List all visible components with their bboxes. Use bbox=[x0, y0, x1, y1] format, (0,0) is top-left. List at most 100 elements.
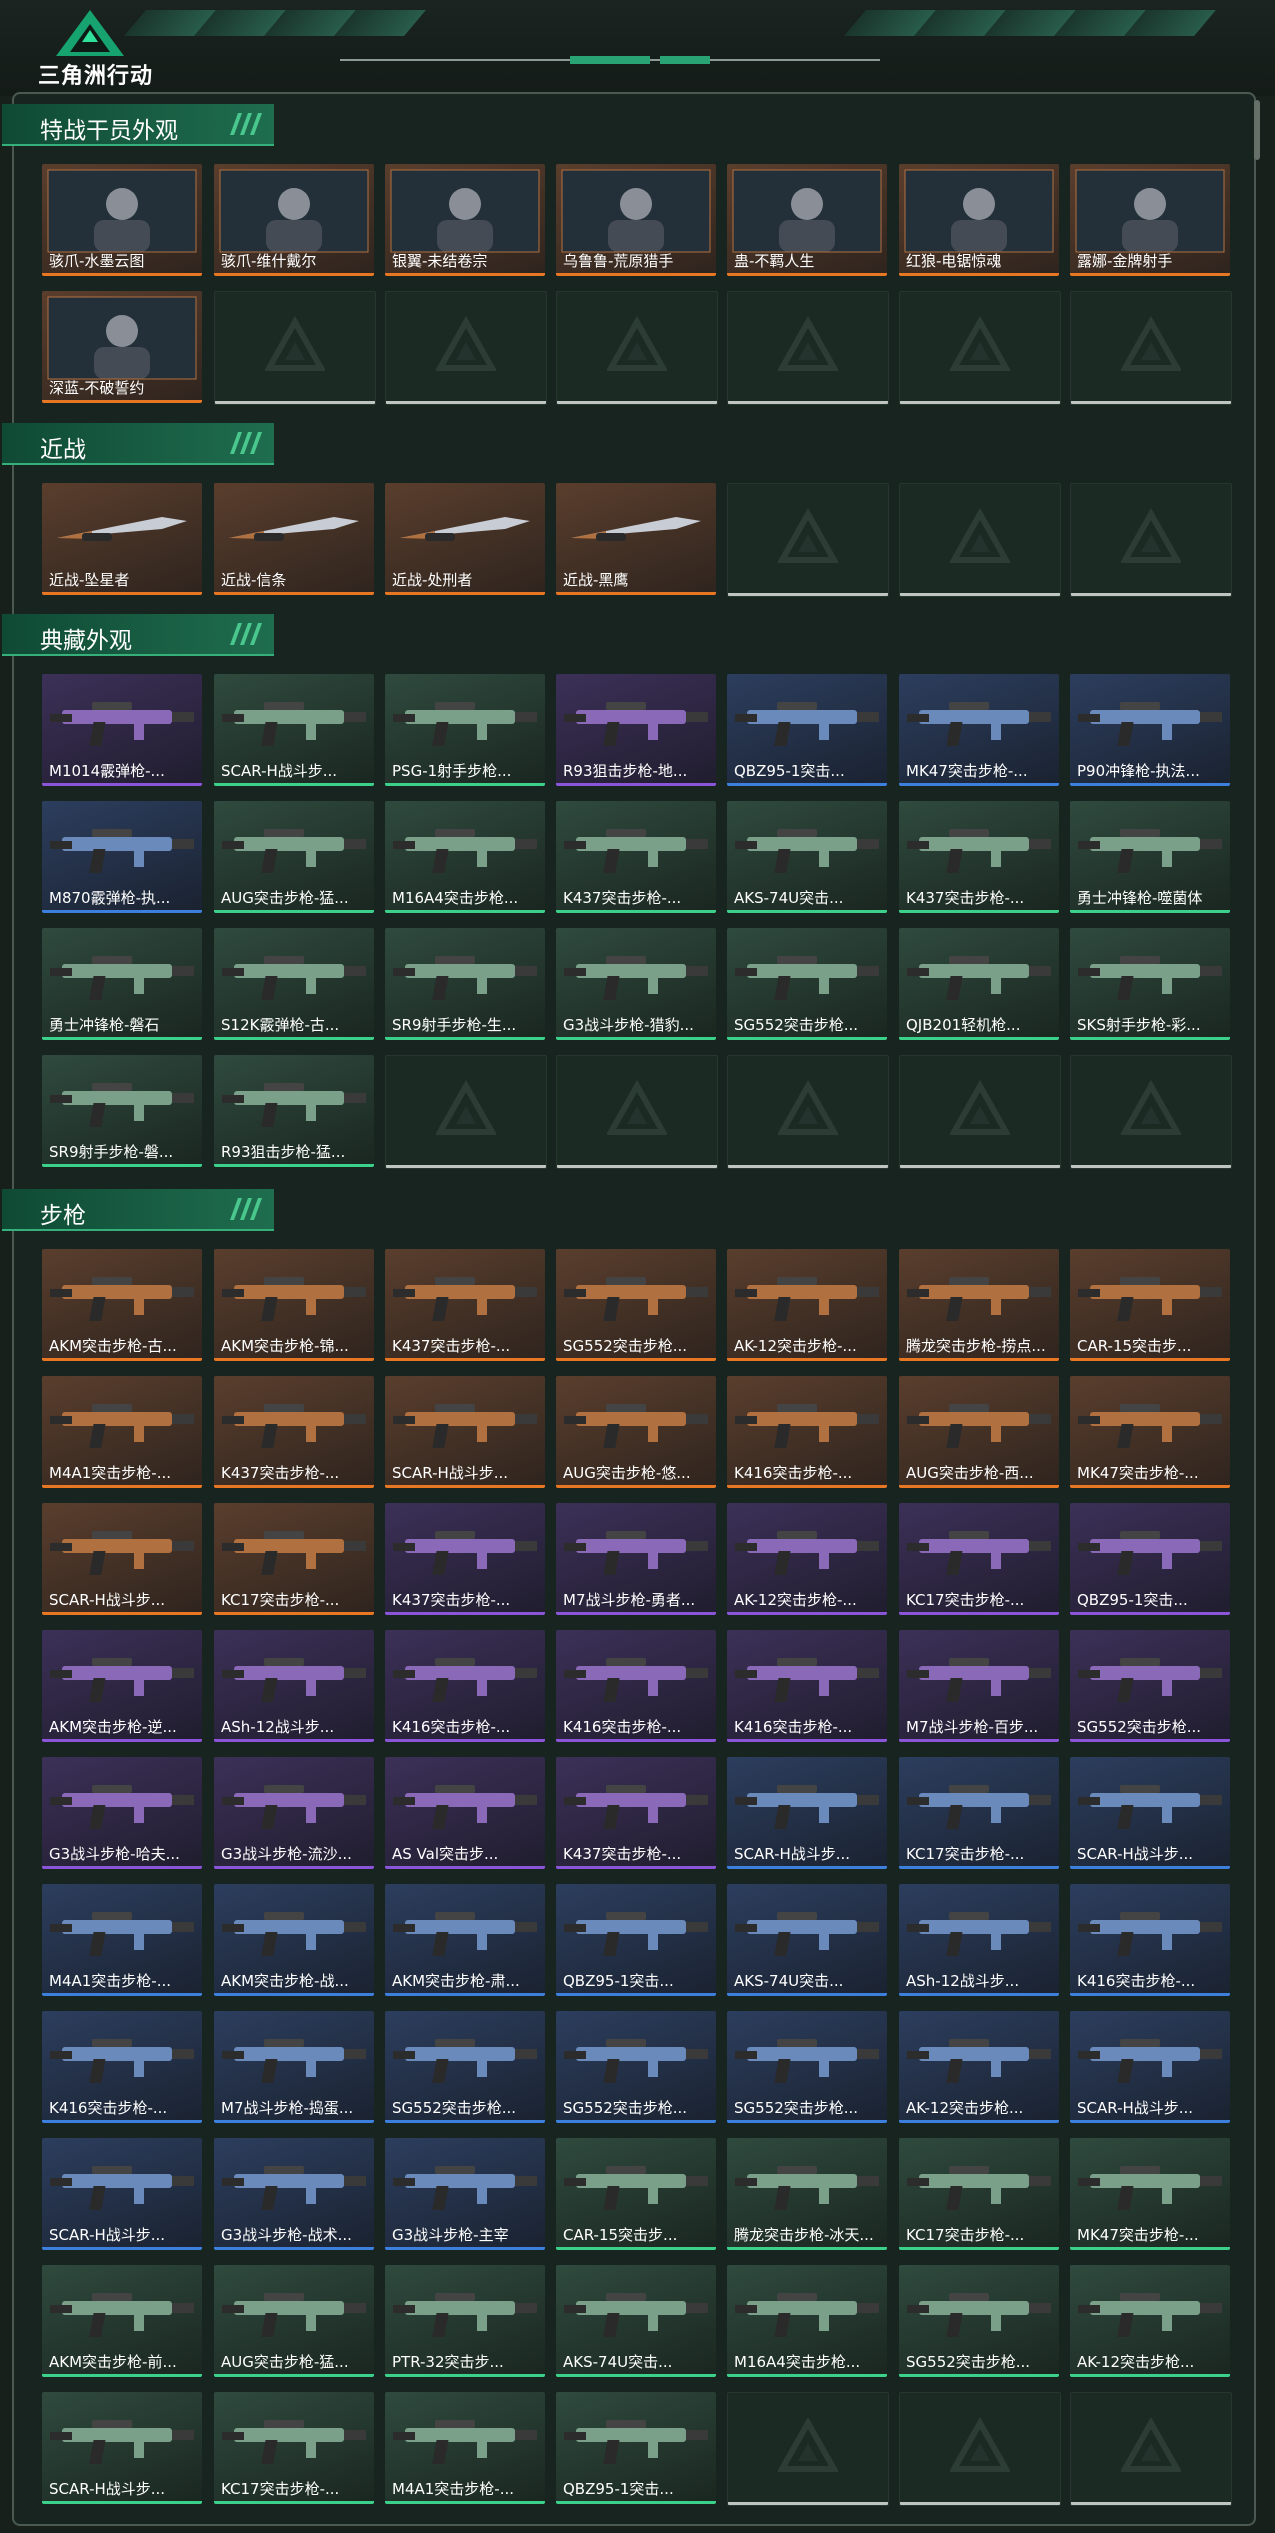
weapon-skin-card[interactable]: QJB201轻机枪... bbox=[899, 928, 1059, 1040]
weapon-skin-card[interactable]: SR9射手步枪-生... bbox=[385, 928, 545, 1040]
weapon-skin-card[interactable]: AUG突击步枪-猛... bbox=[214, 801, 374, 913]
melee-skin-card[interactable]: 近战-信条 bbox=[214, 483, 374, 595]
weapon-skin-card[interactable]: SG552突击步枪... bbox=[556, 1249, 716, 1361]
weapon-skin-card[interactable]: G3战斗步枪-主宰 bbox=[385, 2138, 545, 2250]
weapon-skin-card[interactable]: SG552突击步枪... bbox=[899, 2265, 1059, 2377]
weapon-skin-card[interactable]: K416突击步枪-... bbox=[727, 1630, 887, 1742]
weapon-skin-card[interactable]: K416突击步枪-... bbox=[727, 1376, 887, 1488]
weapon-skin-card[interactable]: MK47突击步枪-... bbox=[1070, 2138, 1230, 2250]
weapon-skin-card[interactable]: SCAR-H战斗步... bbox=[42, 2392, 202, 2504]
weapon-skin-card[interactable]: MK47突击步枪-... bbox=[899, 674, 1059, 786]
weapon-skin-card[interactable]: P90冲锋枪-执法... bbox=[1070, 674, 1230, 786]
weapon-skin-card[interactable]: K416突击步枪-... bbox=[385, 1630, 545, 1742]
weapon-skin-card[interactable]: ASh-12战斗步... bbox=[899, 1884, 1059, 1996]
weapon-skin-card[interactable]: 勇士冲锋枪-磐石 bbox=[42, 928, 202, 1040]
operator-skin-card[interactable]: 骇爪-水墨云图 bbox=[42, 164, 202, 276]
weapon-skin-card[interactable]: SCAR-H战斗步... bbox=[1070, 2011, 1230, 2123]
weapon-skin-card[interactable]: KC17突击步枪-... bbox=[899, 2138, 1059, 2250]
weapon-skin-card[interactable]: SR9射手步枪-磐... bbox=[42, 1055, 202, 1167]
weapon-skin-card[interactable]: 腾龙突击步枪-捞点... bbox=[899, 1249, 1059, 1361]
weapon-skin-card[interactable]: CAR-15突击步... bbox=[1070, 1249, 1230, 1361]
weapon-skin-card[interactable]: M16A4突击步枪... bbox=[727, 2265, 887, 2377]
weapon-skin-card[interactable]: CAR-15突击步... bbox=[556, 2138, 716, 2250]
weapon-skin-card[interactable]: S12K霰弹枪-古... bbox=[214, 928, 374, 1040]
weapon-skin-card[interactable]: SG552突击步枪... bbox=[727, 928, 887, 1040]
operator-skin-card[interactable]: 蛊-不羁人生 bbox=[727, 164, 887, 276]
weapon-skin-card[interactable]: 腾龙突击步枪-冰天... bbox=[727, 2138, 887, 2250]
weapon-skin-card[interactable]: PTR-32突击步... bbox=[385, 2265, 545, 2377]
weapon-skin-card[interactable]: AUG突击步枪-悠... bbox=[556, 1376, 716, 1488]
weapon-skin-card[interactable]: M4A1突击步枪-... bbox=[42, 1884, 202, 1996]
operator-skin-card[interactable]: 乌鲁鲁-荒原猎手 bbox=[556, 164, 716, 276]
weapon-skin-card[interactable]: KC17突击步枪-... bbox=[899, 1757, 1059, 1869]
operator-skin-card[interactable]: 银翼-未结卷宗 bbox=[385, 164, 545, 276]
melee-skin-card[interactable]: 近战-黑鹰 bbox=[556, 483, 716, 595]
weapon-skin-card[interactable]: G3战斗步枪-猎豹... bbox=[556, 928, 716, 1040]
weapon-skin-card[interactable]: M870霰弹枪-执... bbox=[42, 801, 202, 913]
weapon-skin-card[interactable]: K437突击步枪-... bbox=[214, 1376, 374, 1488]
weapon-skin-card[interactable]: AKM突击步枪-古... bbox=[42, 1249, 202, 1361]
weapon-skin-card[interactable]: PSG-1射手步枪... bbox=[385, 674, 545, 786]
weapon-skin-card[interactable]: SCAR-H战斗步... bbox=[385, 1376, 545, 1488]
weapon-skin-card[interactable]: QBZ95-1突击... bbox=[727, 674, 887, 786]
weapon-skin-card[interactable]: ASh-12战斗步... bbox=[214, 1630, 374, 1742]
weapon-skin-card[interactable]: SCAR-H战斗步... bbox=[727, 1757, 887, 1869]
weapon-skin-card[interactable]: QBZ95-1突击... bbox=[1070, 1503, 1230, 1615]
operator-skin-card[interactable]: 骇爪-维什戴尔 bbox=[214, 164, 374, 276]
weapon-skin-card[interactable]: G3战斗步枪-哈夫... bbox=[42, 1757, 202, 1869]
weapon-skin-card[interactable]: AS Val突击步... bbox=[385, 1757, 545, 1869]
weapon-skin-card[interactable]: AK-12突击步枪-... bbox=[727, 1249, 887, 1361]
weapon-skin-card[interactable]: AKM突击步枪-肃... bbox=[385, 1884, 545, 1996]
weapon-skin-card[interactable]: G3战斗步枪-战术... bbox=[214, 2138, 374, 2250]
weapon-skin-card[interactable]: M7战斗步枪-勇者... bbox=[556, 1503, 716, 1615]
weapon-skin-card[interactable]: QBZ95-1突击... bbox=[556, 2392, 716, 2504]
operator-skin-card[interactable]: 深蓝-不破誓约 bbox=[42, 291, 202, 403]
melee-skin-card[interactable]: 近战-坠星者 bbox=[42, 483, 202, 595]
weapon-skin-card[interactable]: K437突击步枪-... bbox=[899, 801, 1059, 913]
weapon-skin-card[interactable]: K416突击步枪-... bbox=[1070, 1884, 1230, 1996]
weapon-skin-card[interactable]: SCAR-H战斗步... bbox=[42, 1503, 202, 1615]
weapon-skin-card[interactable]: R93狙击步枪-地... bbox=[556, 674, 716, 786]
weapon-skin-card[interactable]: M7战斗步枪-百步... bbox=[899, 1630, 1059, 1742]
weapon-skin-card[interactable]: AK-12突击步枪-... bbox=[727, 1503, 887, 1615]
weapon-skin-card[interactable]: AUG突击步枪-西... bbox=[899, 1376, 1059, 1488]
weapon-skin-card[interactable]: M4A1突击步枪-... bbox=[385, 2392, 545, 2504]
weapon-skin-card[interactable]: K416突击步枪-... bbox=[42, 2011, 202, 2123]
operator-skin-card[interactable]: 红狼-电锯惊魂 bbox=[899, 164, 1059, 276]
weapon-skin-card[interactable]: M4A1突击步枪-... bbox=[42, 1376, 202, 1488]
weapon-skin-card[interactable]: SCAR-H战斗步... bbox=[214, 674, 374, 786]
weapon-skin-card[interactable]: 勇士冲锋枪-噬菌体 bbox=[1070, 801, 1230, 913]
weapon-skin-card[interactable]: KC17突击步枪-... bbox=[214, 2392, 374, 2504]
weapon-skin-card[interactable]: SG552突击步枪... bbox=[727, 2011, 887, 2123]
weapon-skin-card[interactable]: AKS-74U突击... bbox=[727, 1884, 887, 1996]
weapon-skin-card[interactable]: K437突击步枪-... bbox=[556, 801, 716, 913]
weapon-skin-card[interactable]: M16A4突击步枪... bbox=[385, 801, 545, 913]
weapon-skin-card[interactable]: G3战斗步枪-流沙... bbox=[214, 1757, 374, 1869]
scrollbar-thumb[interactable] bbox=[1254, 100, 1260, 160]
weapon-skin-card[interactable]: AK-12突击步枪... bbox=[899, 2011, 1059, 2123]
weapon-skin-card[interactable]: QBZ95-1突击... bbox=[556, 1884, 716, 1996]
weapon-skin-card[interactable]: K437突击步枪-... bbox=[385, 1249, 545, 1361]
weapon-skin-card[interactable]: SG552突击步枪... bbox=[1070, 1630, 1230, 1742]
weapon-skin-card[interactable]: AKM突击步枪-战... bbox=[214, 1884, 374, 1996]
operator-skin-card[interactable]: 露娜-金牌射手 bbox=[1070, 164, 1230, 276]
weapon-skin-card[interactable]: AKM突击步枪-锦... bbox=[214, 1249, 374, 1361]
weapon-skin-card[interactable]: M7战斗步枪-捣蛋... bbox=[214, 2011, 374, 2123]
weapon-skin-card[interactable]: AKS-74U突击... bbox=[727, 801, 887, 913]
weapon-skin-card[interactable]: KC17突击步枪-... bbox=[214, 1503, 374, 1615]
weapon-skin-card[interactable]: MK47突击步枪-... bbox=[1070, 1376, 1230, 1488]
weapon-skin-card[interactable]: KC17突击步枪-... bbox=[899, 1503, 1059, 1615]
weapon-skin-card[interactable]: K437突击步枪-... bbox=[385, 1503, 545, 1615]
weapon-skin-card[interactable]: SG552突击步枪... bbox=[556, 2011, 716, 2123]
weapon-skin-card[interactable]: AKM突击步枪-逆... bbox=[42, 1630, 202, 1742]
weapon-skin-card[interactable]: AK-12突击步枪... bbox=[1070, 2265, 1230, 2377]
weapon-skin-card[interactable]: AKS-74U突击... bbox=[556, 2265, 716, 2377]
weapon-skin-card[interactable]: SCAR-H战斗步... bbox=[1070, 1757, 1230, 1869]
weapon-skin-card[interactable]: AKM突击步枪-前... bbox=[42, 2265, 202, 2377]
weapon-skin-card[interactable]: M1014霰弹枪-... bbox=[42, 674, 202, 786]
weapon-skin-card[interactable]: K437突击步枪-... bbox=[556, 1757, 716, 1869]
melee-skin-card[interactable]: 近战-处刑者 bbox=[385, 483, 545, 595]
weapon-skin-card[interactable]: K416突击步枪-... bbox=[556, 1630, 716, 1742]
weapon-skin-card[interactable]: R93狙击步枪-猛... bbox=[214, 1055, 374, 1167]
weapon-skin-card[interactable]: SKS射手步枪-彩... bbox=[1070, 928, 1230, 1040]
